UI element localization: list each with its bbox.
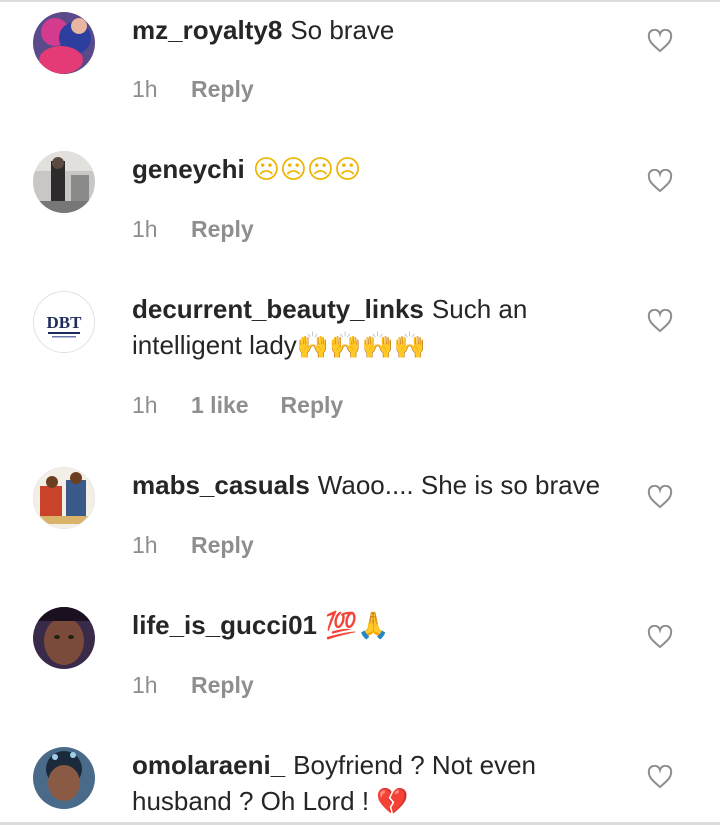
- avatar[interactable]: [33, 12, 95, 74]
- comment-emoji: 🙌🙌🙌🙌: [296, 331, 427, 361]
- username[interactable]: mz_royalty8: [132, 15, 282, 45]
- top-divider: [0, 0, 720, 2]
- comment-text: geneychi ☹☹☹☹: [132, 151, 622, 188]
- username[interactable]: mabs_casuals: [132, 470, 310, 500]
- avatar[interactable]: [33, 467, 95, 529]
- username[interactable]: geneychi: [132, 154, 245, 184]
- timestamp: 1h: [132, 76, 158, 102]
- avatar[interactable]: [33, 151, 95, 213]
- timestamp: 1h: [132, 532, 158, 558]
- comment-emoji: ☹☹☹☹: [252, 155, 362, 185]
- comment-body: Waoo.... She is so brave: [317, 470, 601, 500]
- comment-meta: 1h Reply: [132, 670, 254, 700]
- reply-button[interactable]: Reply: [191, 74, 254, 104]
- timestamp: 1h: [132, 216, 158, 242]
- comment-meta: 1h Reply: [132, 214, 254, 244]
- reply-button[interactable]: Reply: [191, 214, 254, 244]
- avatar[interactable]: [33, 747, 95, 809]
- comment-meta: 1h Reply: [132, 74, 254, 104]
- timestamp: 1h: [132, 672, 158, 698]
- comment-text: mz_royalty8 So brave: [132, 12, 622, 48]
- heart-icon[interactable]: [647, 485, 673, 509]
- reply-button[interactable]: Reply: [191, 530, 254, 560]
- timestamp: 1h: [132, 392, 158, 418]
- username[interactable]: decurrent_beauty_links: [132, 294, 424, 324]
- reply-button[interactable]: Reply: [281, 390, 344, 420]
- username[interactable]: life_is_gucci01: [132, 610, 317, 640]
- comment-text: decurrent_beauty_links Such an intelligen…: [132, 291, 622, 364]
- heart-icon[interactable]: [647, 309, 673, 333]
- comment-meta: 1h Reply: [132, 530, 254, 560]
- comment-emoji: 💯🙏: [325, 611, 390, 641]
- heart-icon[interactable]: [647, 765, 673, 789]
- comment-text: life_is_gucci01 💯🙏: [132, 607, 622, 644]
- reply-button[interactable]: Reply: [191, 670, 254, 700]
- comment-emoji: 💔: [376, 787, 409, 817]
- svg-text:DBT: DBT: [47, 313, 83, 332]
- avatar[interactable]: DBT: [33, 291, 95, 353]
- username[interactable]: omolaraeni_: [132, 750, 285, 780]
- heart-icon[interactable]: [647, 29, 673, 53]
- comment-body: So brave: [290, 15, 395, 45]
- heart-icon[interactable]: [647, 625, 673, 649]
- comment-text: omolaraeni_ Boyfriend ? Not even husband …: [132, 747, 622, 820]
- comment-text: mabs_casuals Waoo.... She is so brave: [132, 467, 622, 503]
- heart-icon[interactable]: [647, 169, 673, 193]
- avatar[interactable]: [33, 607, 95, 669]
- likes-count[interactable]: 1 like: [191, 390, 249, 420]
- comment-meta: 1h 1 like Reply: [132, 390, 343, 420]
